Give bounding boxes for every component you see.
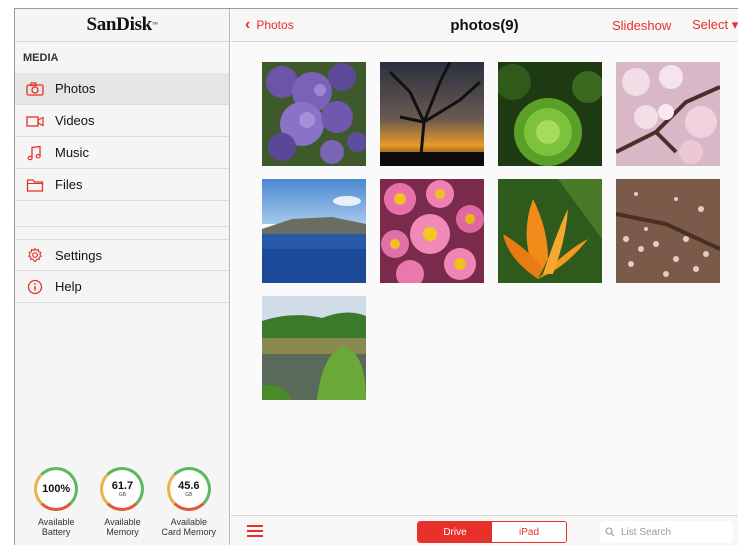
battery-ring: 100% — [34, 467, 79, 511]
sidebar-item-label: Settings — [55, 247, 102, 263]
sidebar-item-label: Help — [55, 279, 82, 294]
segment-drive[interactable]: Drive — [418, 522, 492, 542]
back-button[interactable]: ‹ Photos — [245, 16, 294, 33]
search-icon — [605, 527, 615, 537]
sidebar-item-label: Videos — [55, 113, 95, 128]
sidebar-item-photos[interactable]: Photos — [15, 73, 229, 105]
photo-thumbnail-petals-ground[interactable] — [616, 179, 720, 283]
back-label: Photos — [256, 18, 294, 32]
photo-thumbnail-tree-sunset[interactable] — [380, 62, 484, 166]
photo-thumbnail-green-succulent[interactable] — [498, 62, 602, 166]
photo-thumbnail-pink-daisies[interactable] — [380, 179, 484, 283]
battery-gauge: 100% Available Battery — [26, 467, 86, 545]
sidebar-item-help[interactable]: Help — [15, 271, 229, 303]
bottom-bar: Drive iPad List Search — [231, 515, 738, 545]
select-button[interactable]: Select ▾ — [692, 17, 738, 33]
music-icon — [15, 145, 55, 161]
search-placeholder: List Search — [621, 526, 672, 538]
main-panel: ‹ Photos photos(9) Slideshow Select ▾ Dr… — [231, 9, 738, 545]
gauge-label: Available Battery — [37, 517, 75, 537]
photo-grid — [262, 62, 720, 400]
folder-icon — [15, 177, 55, 193]
gauge-label: Available Memory — [104, 517, 141, 537]
camera-icon — [15, 81, 55, 97]
sidebar-item-label: Files — [55, 177, 83, 192]
slideshow-button[interactable]: Slideshow — [612, 18, 671, 33]
photo-thumbnail-lake-island[interactable] — [262, 179, 366, 283]
video-icon — [15, 113, 55, 129]
sandisk-logo: SanDisk ™ — [15, 9, 229, 42]
hamburger-menu-icon[interactable] — [247, 525, 263, 537]
photo-thumbnail-orange-lily[interactable] — [498, 179, 602, 283]
sidebar-item-label: Music — [55, 145, 89, 160]
chevron-left-icon: ‹ — [245, 16, 251, 33]
media-section-label: MEDIA — [23, 51, 59, 64]
card-memory-ring: 45.6 GB — [166, 467, 211, 511]
photo-thumbnail-meadow-pond[interactable] — [262, 296, 366, 400]
sidebar-spacer-small — [15, 227, 229, 239]
sidebar-item-label: Photos — [55, 81, 96, 96]
photo-thumbnail-cherry-blossom[interactable] — [616, 62, 720, 166]
photo-thumbnail-purple-flowers[interactable] — [262, 62, 366, 166]
info-icon — [15, 279, 55, 295]
top-bar: ‹ Photos photos(9) Slideshow Select ▾ — [231, 9, 738, 42]
sidebar-item-files[interactable]: Files — [15, 169, 229, 201]
memory-gauge: 61.7 GB Available Memory — [92, 467, 152, 545]
card-memory-gauge: 45.6 GB Available Card Memory — [159, 467, 219, 545]
gear-icon — [15, 247, 55, 263]
sidebar-item-settings[interactable]: Settings — [15, 239, 229, 271]
storage-gauges: 100% Available Battery 61.7 GB Available M… — [15, 467, 230, 545]
sidebar: SanDisk ™ MEDIA Photos Videos Music Files — [15, 9, 230, 545]
sidebar-item-videos[interactable]: Videos — [15, 105, 229, 137]
app-frame: SanDisk ™ MEDIA Photos Videos Music Files — [14, 8, 738, 545]
sidebar-item-music[interactable]: Music — [15, 137, 229, 169]
memory-ring: 61.7 GB — [100, 467, 145, 511]
source-segmented-control: Drive iPad — [417, 521, 567, 543]
segment-ipad[interactable]: iPad — [492, 522, 566, 542]
list-search-field[interactable]: List Search — [600, 521, 733, 543]
gauge-label: Available Card Memory — [161, 517, 217, 537]
sidebar-spacer — [15, 201, 229, 227]
